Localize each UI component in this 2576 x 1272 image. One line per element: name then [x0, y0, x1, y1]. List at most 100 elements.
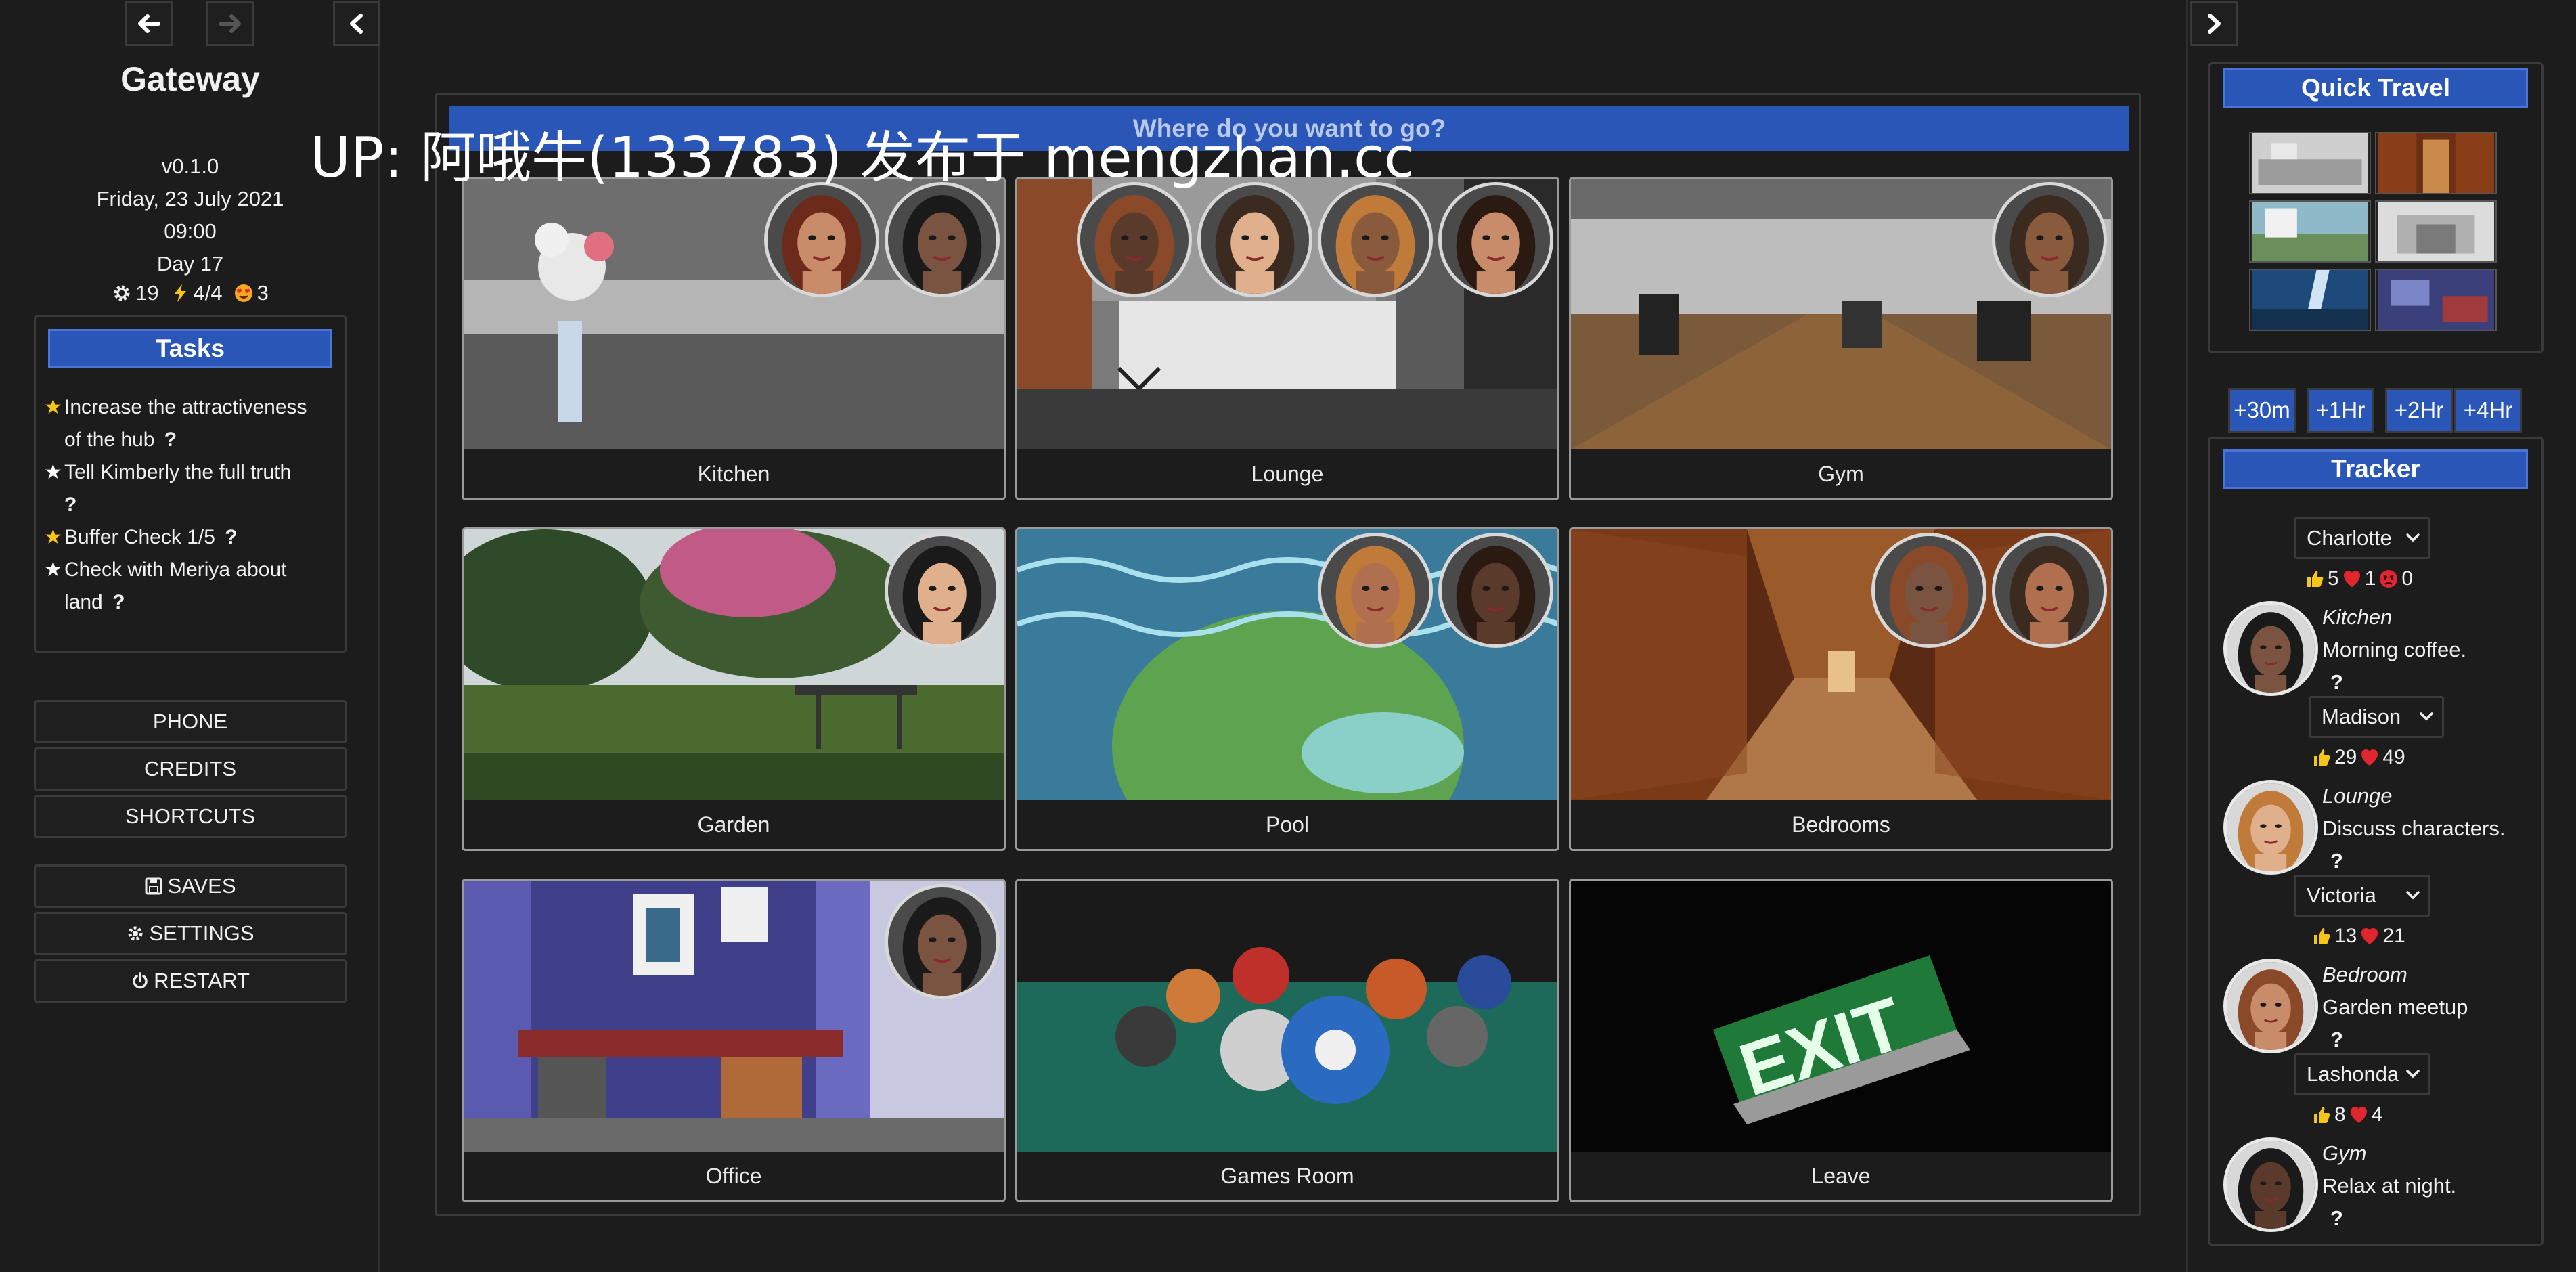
location-card-kitchen[interactable]: Kitchen	[462, 177, 1006, 500]
heart-icon	[2361, 928, 2378, 944]
character-avatar[interactable]	[2223, 959, 2318, 1053]
character-portrait[interactable]	[1992, 182, 2107, 297]
gear-stat: 19	[112, 281, 159, 305]
settings-button[interactable]: SETTINGS	[34, 912, 347, 955]
heart-eyes-icon	[234, 284, 252, 302]
location-card-office[interactable]: Office	[462, 879, 1006, 1202]
credits-button[interactable]: CREDITS	[34, 747, 347, 791]
gear-stat-value: 19	[135, 281, 159, 305]
task-help-button[interactable]: ?	[64, 494, 76, 516]
location-card-leave[interactable]: EXIT Leave	[1569, 879, 2113, 1202]
task-text-cont: of the hub	[64, 429, 155, 451]
character-select[interactable]: Lashonda	[2294, 1053, 2430, 1095]
quick-travel-office[interactable]	[2375, 269, 2497, 331]
character-help-button[interactable]: ?	[2330, 849, 2343, 873]
location-label: Garden	[697, 812, 770, 837]
character-location: Kitchen	[2322, 605, 2393, 629]
time-1hr-button[interactable]: +1Hr	[2307, 388, 2374, 433]
location-card-games-room[interactable]: Games Room	[1015, 879, 1559, 1202]
character-activity: Discuss characters.	[2322, 816, 2506, 840]
time-text: 09:00	[164, 219, 217, 243]
expand-right-button[interactable]	[2190, 1, 2238, 46]
character-portrait[interactable]	[885, 182, 1000, 297]
character-location: Lounge	[2322, 784, 2393, 808]
character-portrait[interactable]	[1318, 533, 1433, 648]
chevron-down-icon	[2420, 712, 2433, 721]
location-scene-image	[1017, 881, 1557, 1152]
task-item: ★ Increase the attractiveness of the hub …	[44, 391, 342, 456]
character-avatar[interactable]	[2223, 1137, 2318, 1232]
quick-travel-garden[interactable]	[2249, 200, 2371, 263]
chevron-down-icon	[2406, 533, 2420, 542]
time-4hr-button[interactable]: +4Hr	[2454, 388, 2522, 433]
tasks-panel: Tasks ★ Increase the attractiveness of th…	[34, 315, 347, 653]
quick-travel-bedrooms[interactable]	[2375, 132, 2497, 194]
tracker-panel: Tracker Charlotte 5 1 0 Kitchen Morning coffe…	[2208, 437, 2544, 1246]
love-value: 4	[2371, 1103, 2383, 1126]
character-avatar[interactable]	[2223, 780, 2318, 875]
tasks-header: Tasks	[48, 329, 332, 368]
character-portrait[interactable]	[885, 884, 1000, 999]
task-text: Check with Meriya about	[64, 558, 287, 581]
character-help-button[interactable]: ?	[2330, 1028, 2343, 1052]
quick-travel-header: Quick Travel	[2223, 68, 2528, 108]
time-2hr-button[interactable]: +2Hr	[2385, 388, 2453, 433]
heart-icon	[2343, 571, 2360, 587]
back-arrow-button[interactable]	[125, 1, 173, 46]
task-help-button[interactable]: ?	[164, 429, 177, 451]
character-portrait[interactable]	[1077, 182, 1192, 297]
affinity-row: 84	[2311, 1103, 2382, 1126]
love-stat: 3	[234, 281, 269, 305]
like-value: 8	[2334, 1103, 2346, 1126]
arrow-left-icon	[138, 14, 160, 33]
quick-travel-panel: Quick Travel	[2208, 62, 2544, 353]
character-portrait[interactable]	[1438, 182, 1553, 297]
character-portrait[interactable]	[1871, 533, 1986, 648]
saves-button[interactable]: SAVES	[34, 864, 347, 908]
stats-row: 19 4/4 3	[0, 281, 380, 305]
quick-travel-kitchen[interactable]	[2249, 132, 2371, 194]
task-help-button[interactable]: ?	[112, 591, 125, 613]
forward-arrow-button[interactable]	[206, 1, 254, 46]
character-help-button[interactable]: ?	[2330, 670, 2343, 695]
character-portrait[interactable]	[885, 533, 1000, 648]
floppy-disk-icon	[145, 877, 162, 895]
phone-button[interactable]: PHONE	[34, 700, 347, 743]
location-card-lounge[interactable]: Lounge	[1015, 177, 1559, 500]
love-value: 21	[2382, 925, 2405, 947]
quick-travel-city[interactable]	[2249, 269, 2371, 331]
character-portrait[interactable]	[1438, 533, 1553, 648]
time-30m-button[interactable]: +30m	[2228, 388, 2296, 433]
thumbnail-image	[2377, 133, 2495, 193]
arrow-right-icon	[219, 14, 241, 33]
character-avatar[interactable]	[2223, 601, 2318, 696]
character-select[interactable]: Victoria	[2294, 875, 2430, 917]
location-card-gym[interactable]: Gym	[1569, 177, 2113, 500]
character-select-value: Charlotte	[2307, 526, 2392, 550]
character-select[interactable]: Charlotte	[2294, 517, 2430, 559]
location-card-bedrooms[interactable]: Bedrooms	[1569, 527, 2113, 851]
energy-stat-value: 4/4	[193, 281, 223, 305]
character-help-button[interactable]: ?	[2330, 1206, 2343, 1231]
task-text: Buffer Check 1/5	[64, 526, 215, 548]
love-value: 1	[2364, 567, 2376, 590]
heart-icon	[2350, 1107, 2367, 1123]
character-portrait[interactable]	[764, 182, 879, 297]
location-card-garden[interactable]: Garden	[462, 527, 1006, 851]
tracker-header: Tracker	[2223, 449, 2528, 489]
location-scene-image: EXIT	[1571, 881, 2111, 1152]
character-portrait[interactable]	[1197, 182, 1312, 297]
character-select[interactable]: Madison	[2309, 696, 2444, 738]
collapse-sidebar-button[interactable]	[333, 1, 380, 46]
task-help-button[interactable]: ?	[225, 526, 237, 548]
character-portrait[interactable]	[1992, 533, 2107, 648]
shortcuts-button[interactable]: SHORTCUTS	[34, 795, 347, 838]
restart-button[interactable]: RESTART	[34, 959, 347, 1003]
task-text: Increase the attractiveness	[64, 396, 307, 418]
quick-travel-hall[interactable]	[2375, 200, 2497, 263]
day-text: Day 17	[156, 252, 224, 276]
location-card-pool[interactable]: Pool	[1015, 527, 1559, 851]
task-item: ★ Tell Kimberly the full truth ?	[44, 456, 342, 521]
restart-label: RESTART	[154, 969, 250, 992]
character-portrait[interactable]	[1318, 182, 1433, 297]
